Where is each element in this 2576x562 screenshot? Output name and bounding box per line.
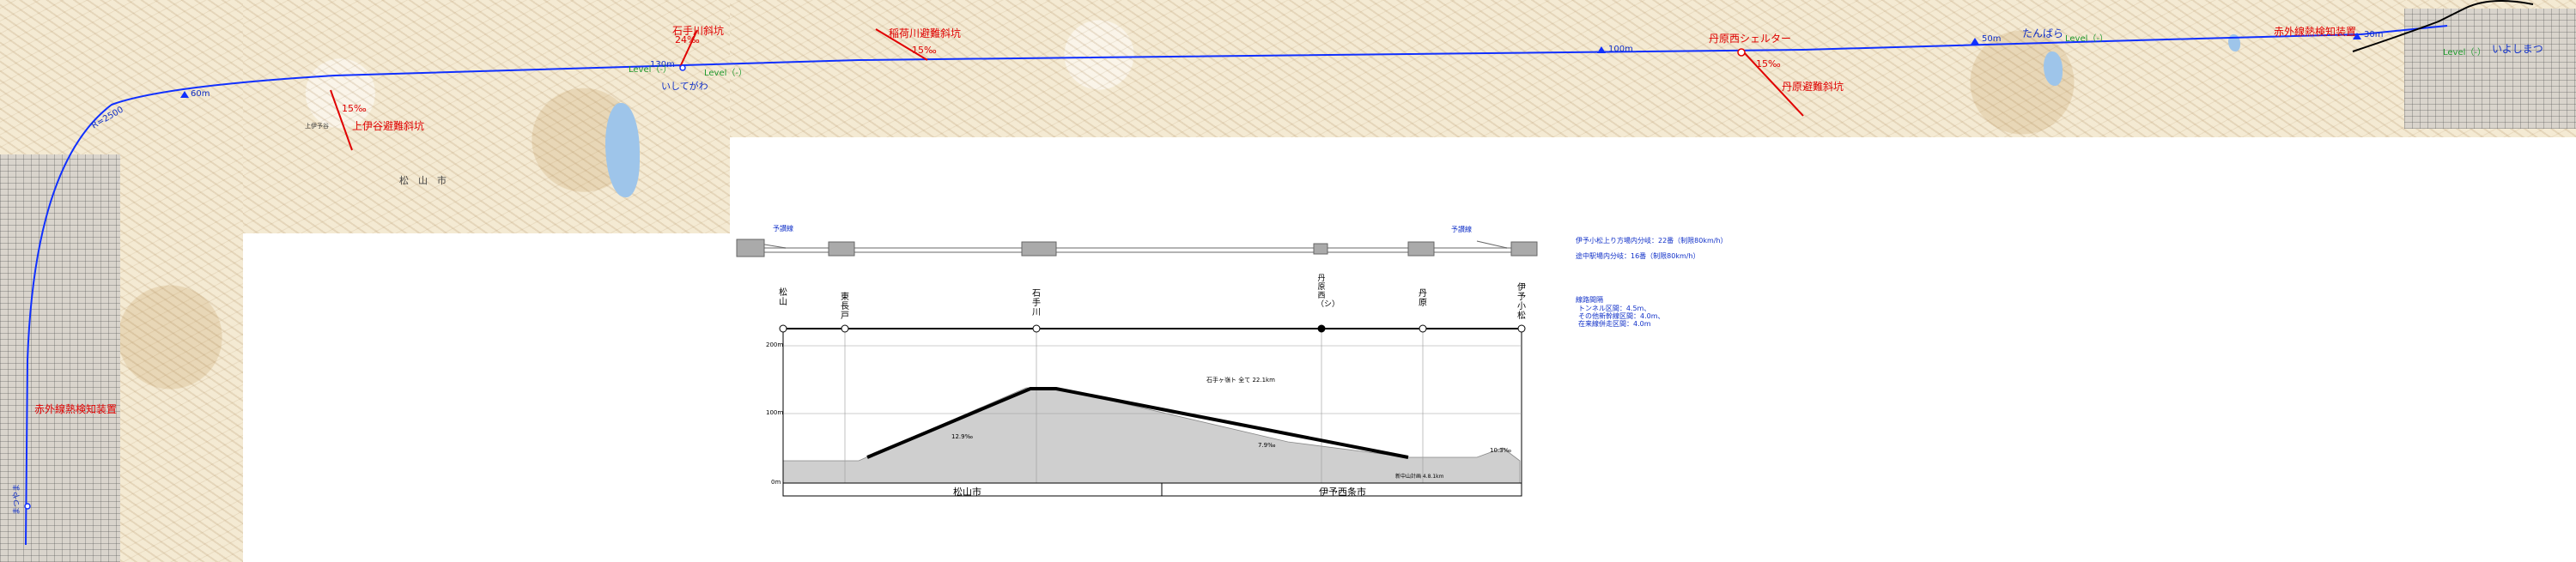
y-tick-0: 0m [771,479,781,486]
city-band [782,482,1522,497]
profile-svg [779,324,1526,497]
gradient-label-1: 12.9‰ [951,433,973,440]
y-tick-200: 200m [766,341,784,348]
station-name-higashinagato: 東長戸 [841,293,849,321]
station-dot-matsuyama [779,324,787,333]
station-dot-ishitegawa [1032,324,1041,333]
bottom-note: 新中山計画 4.8.1km [1395,474,1444,480]
station-name-iyokomatsu: 伊予小松 [1517,283,1526,321]
city-label-saijo: 伊予西条市 [1319,486,1366,498]
station-name-matsuyama: 松山 [779,288,787,307]
station-dot-tanbaranishi [1317,324,1326,333]
terrain-fill [782,387,1521,484]
station-name-tanbara: 丹原 [1419,289,1427,308]
city-label-matsuyama: 松山市 [953,486,981,498]
y-tick-100: 100m [766,409,784,416]
gradient-label-2: 7.9‰ [1258,442,1276,449]
station-dot-tanbara [1419,324,1427,333]
station-dot-iyokomatsu [1517,324,1526,333]
tunnel-note: 石手ヶ嶺ト 全て 22.1km [1206,377,1275,384]
gradient-label-3: 10.3‰ [1490,447,1511,454]
station-name-ishitegawa: 石手川 [1032,289,1041,317]
station-dot-higashinagato [841,324,849,333]
station-name-tanbaranishi: 丹原西（シ） [1316,275,1340,309]
